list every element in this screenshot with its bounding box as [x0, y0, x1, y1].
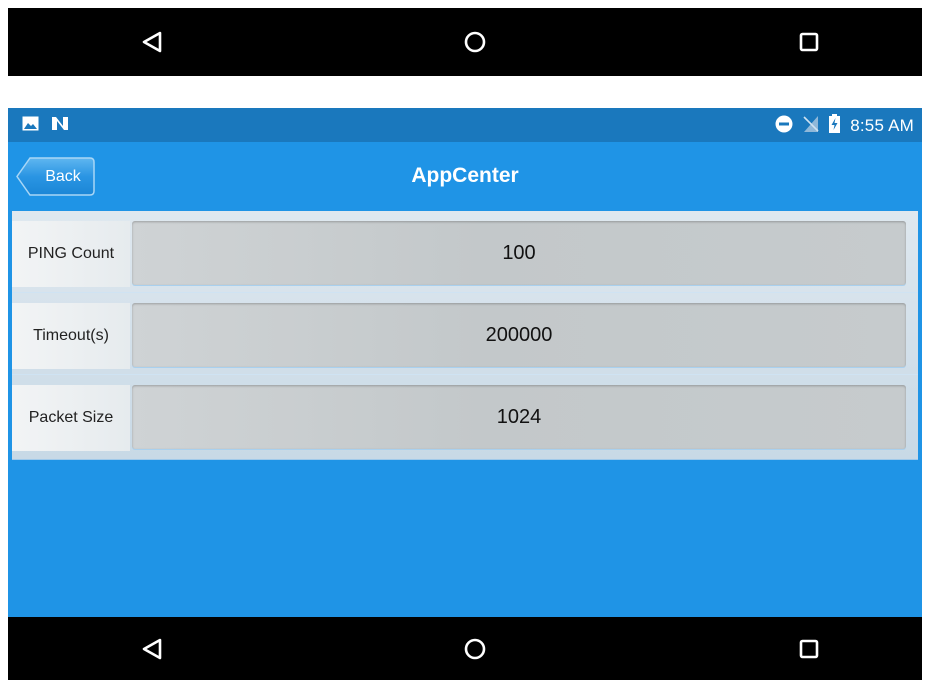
home-icon[interactable] [458, 25, 492, 59]
timeout-label: Timeout(s) [12, 303, 130, 369]
back-icon[interactable] [135, 25, 169, 59]
packet-size-label: Packet Size [12, 385, 130, 451]
packet-size-input[interactable]: 1024 [132, 385, 906, 449]
do-not-disturb-icon [775, 115, 793, 138]
ping-settings-form: PING Count 100 Timeout(s) 200000 Packet … [12, 211, 918, 459]
top-navigation-bar [8, 8, 922, 76]
status-bar: 8:55 AM [8, 108, 922, 142]
status-time: 8:55 AM [850, 116, 914, 135]
app-screen: 8:55 AM Back AppCenter PING Count 100 Ti… [8, 108, 922, 617]
form-row-packet-size: Packet Size 1024 [12, 375, 918, 456]
page-title: AppCenter [411, 164, 519, 187]
no-sim-icon [803, 115, 819, 138]
recents-icon[interactable] [792, 632, 826, 666]
recents-icon[interactable] [792, 25, 826, 59]
back-icon[interactable] [135, 632, 169, 666]
app-title-bar: Back AppCenter [8, 142, 922, 210]
battery-charging-icon [829, 114, 841, 138]
image-notification-icon [22, 116, 39, 136]
home-icon[interactable] [458, 632, 492, 666]
ping-count-input[interactable]: 100 [132, 221, 906, 285]
timeout-input[interactable]: 200000 [132, 303, 906, 367]
form-row-ping-count: PING Count 100 [12, 211, 918, 293]
ping-count-label: PING Count [12, 221, 130, 287]
form-row-timeout: Timeout(s) 200000 [12, 293, 918, 375]
n-notification-icon [51, 116, 69, 136]
bottom-navigation-bar [8, 617, 922, 680]
